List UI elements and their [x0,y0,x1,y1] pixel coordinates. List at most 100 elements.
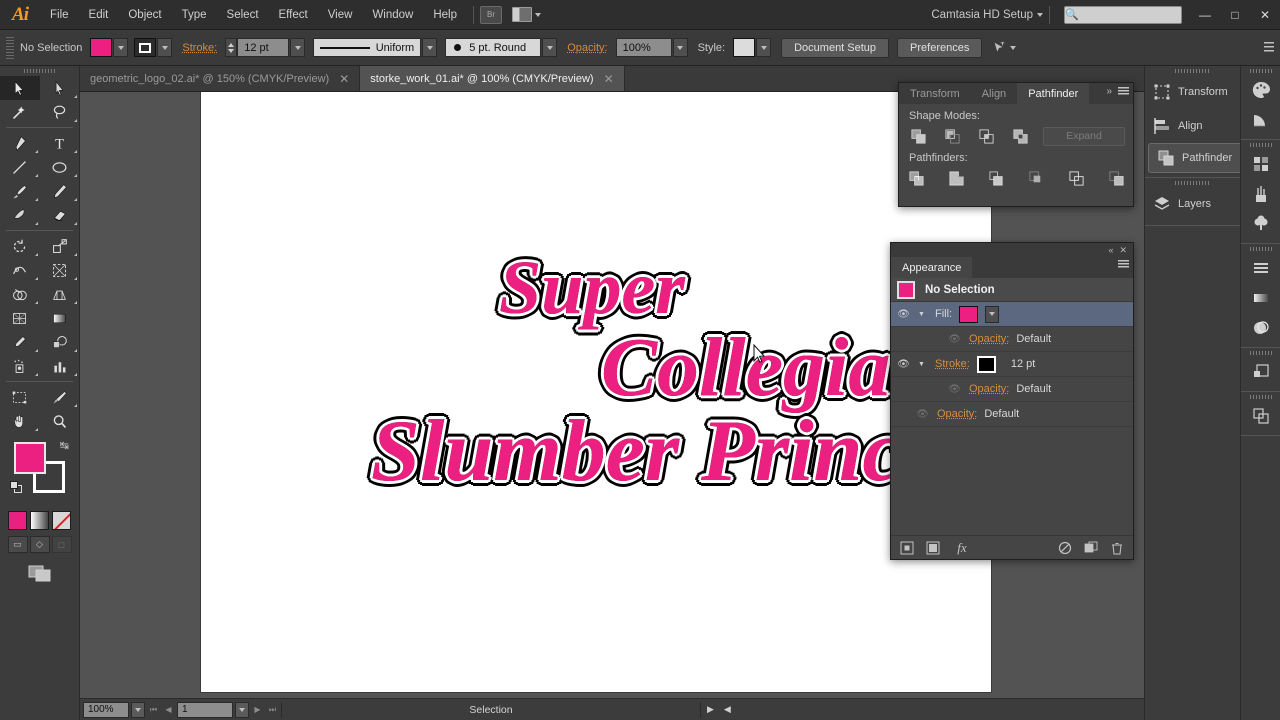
next-artboard-button[interactable]: ▶ [251,702,264,718]
column-graph-tool[interactable] [40,354,80,378]
outline-button[interactable] [1065,168,1087,188]
appearance-row-stroke-opacity[interactable]: 👁 Opacity: Default [891,377,1133,402]
blend-tool[interactable] [40,330,80,354]
collapse-to-icons-icon[interactable]: « [1108,245,1113,255]
control-panel-menu-icon[interactable] [1264,42,1274,54]
menu-effect[interactable]: Effect [269,0,318,30]
paintbrush-tool[interactable] [0,179,40,203]
status-menu-icon[interactable]: ▶ [703,704,718,715]
stroke-weight-field[interactable]: 12 pt [237,38,289,57]
menu-file[interactable]: File [40,0,79,30]
tab-appearance[interactable]: Appearance [891,257,972,278]
artboard-dropdown-button[interactable] [235,702,249,718]
draw-normal-button[interactable]: ▭ [8,536,28,553]
eyedropper-tool[interactable] [0,330,40,354]
artboard[interactable]: Super Collegial Slumber Princess! [201,92,991,692]
panel-icon-gradient[interactable] [1241,283,1280,313]
slice-tool[interactable] [40,385,80,409]
intersect-button[interactable] [975,126,997,146]
panel-menu-icon[interactable] [1118,87,1129,96]
search-help-box[interactable]: 🔍 [1064,6,1182,24]
trim-button[interactable] [945,168,967,188]
gradient-mode-button[interactable] [30,511,49,530]
rail-grip[interactable] [1241,140,1280,149]
previous-artboard-button[interactable]: ◀ [162,702,175,718]
status-text[interactable]: Selection [281,702,701,718]
delete-item-icon[interactable] [1109,540,1125,556]
workspace-switcher-label[interactable]: Camtasia HD Setup [931,9,1033,21]
direct-selection-tool[interactable] [40,76,80,100]
appearance-row-fill[interactable]: 👁 ▼ Fill: [891,302,1133,327]
appearance-row-label[interactable]: Opacity: [969,383,1009,395]
preferences-button[interactable]: Preferences [897,38,982,58]
minimize-button[interactable]: — [1190,4,1220,26]
ellipse-tool[interactable] [40,155,80,179]
add-new-stroke-icon[interactable] [899,540,915,556]
draw-inside-button[interactable]: □ [52,536,72,553]
appearance-row-stroke[interactable]: 👁 ▼ Stroke: 12 pt [891,352,1133,377]
sidebar-item-align[interactable]: Align [1145,109,1240,143]
opacity-label[interactable]: Opacity: [567,42,607,54]
visibility-eye-icon[interactable]: 👁 [896,359,911,370]
arrange-documents-button[interactable] [512,7,541,22]
appearance-panel-titlebar[interactable]: « ✕ [891,243,1133,257]
fill-color-swatch[interactable] [14,442,46,474]
hand-tool[interactable] [0,409,40,433]
fill-color-swatch[interactable] [959,306,978,323]
appearance-row-object-opacity[interactable]: 👁 Opacity: Default [891,402,1133,427]
status-resize-icon[interactable]: ◀ [720,704,735,715]
rail-grip[interactable] [1241,348,1280,357]
rail-grip[interactable] [1241,244,1280,253]
pen-tool[interactable] [0,131,40,155]
unite-button[interactable] [907,126,929,146]
line-segment-tool[interactable] [0,155,40,179]
sidebar-item-layers[interactable]: Layers [1145,187,1240,221]
pathfinder-panel[interactable]: Transform Align Pathfinder » Shape Modes… [898,82,1134,207]
panel-icon-appearance[interactable] [1241,357,1280,387]
panel-icon-color[interactable] [1241,75,1280,105]
fill-swatch[interactable] [90,38,112,57]
graphic-style-swatch[interactable] [733,38,755,57]
appearance-row-label[interactable]: Opacity: [937,408,977,420]
appearance-panel[interactable]: « ✕ Appearance No Selection 👁 ▼ Fill: 👁 … [890,242,1134,560]
menu-select[interactable]: Select [217,0,269,30]
stroke-profile-dropdown-button[interactable] [422,38,437,57]
style-dropdown-button[interactable] [756,38,771,57]
stroke-color-swatch[interactable] [977,356,996,373]
stroke-dropdown-button[interactable] [157,38,172,57]
brush-definition-dropdown-button[interactable] [542,38,557,57]
dock-group-grip[interactable] [1145,178,1240,187]
opacity-field[interactable]: 100% [616,38,672,57]
artboard-tool[interactable] [0,385,40,409]
draw-behind-button[interactable]: ◇ [30,536,50,553]
tab-align[interactable]: Align [971,83,1017,104]
magic-wand-tool[interactable] [0,100,40,124]
symbol-sprayer-tool[interactable] [0,354,40,378]
add-new-effect-icon[interactable]: fx [951,540,973,556]
panel-icon-color-guide[interactable] [1241,105,1280,135]
scale-tool[interactable] [40,234,80,258]
tab-transform[interactable]: Transform [899,83,971,104]
rail-grip[interactable] [1241,392,1280,401]
duplicate-item-icon[interactable] [1083,540,1099,556]
default-fill-stroke-icon[interactable] [10,481,23,494]
mesh-tool[interactable] [0,306,40,330]
panel-menu-icon[interactable] [1118,260,1129,269]
perspective-grid-tool[interactable] [40,282,80,306]
blob-brush-tool[interactable] [0,203,40,227]
exclude-button[interactable] [1009,126,1031,146]
stroke-swatch[interactable] [134,38,156,57]
fill-dropdown-button[interactable] [113,38,128,57]
dock-group-grip[interactable] [1145,66,1240,75]
fill-swatch-dropdown-button[interactable] [985,306,999,323]
close-icon[interactable]: ✕ [339,73,349,85]
zoom-dropdown-button[interactable] [131,702,145,718]
divide-button[interactable] [905,168,927,188]
panel-icon-symbols[interactable] [1241,209,1280,239]
disclosure-triangle-icon[interactable]: ▼ [918,311,928,318]
minus-back-button[interactable] [1105,168,1127,188]
close-icon[interactable]: ✕ [604,73,614,85]
lasso-tool[interactable] [40,100,80,124]
menu-view[interactable]: View [318,0,363,30]
pencil-tool[interactable] [40,179,80,203]
